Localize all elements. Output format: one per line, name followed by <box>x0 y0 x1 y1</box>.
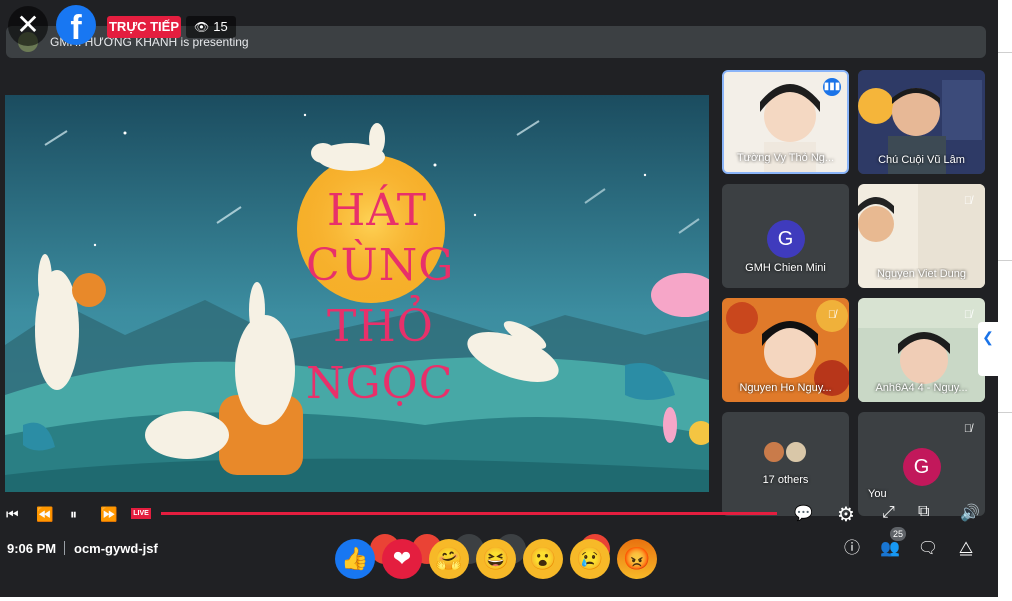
rewind-icon: ⏪ <box>36 506 54 522</box>
angry-face-icon: 😡 <box>623 546 651 571</box>
volume-button[interactable]: 🔊 <box>960 503 980 523</box>
picture-in-picture-button[interactable]: ⧉ <box>918 503 929 521</box>
thumbs-up-icon: 👍 <box>341 546 369 571</box>
meeting-details-button[interactable]: ⓘ <box>837 536 867 562</box>
wow-reaction-button[interactable]: 😮 <box>523 539 563 579</box>
slide-title-line-3: THỎ <box>327 301 434 352</box>
participant-name: Tường Vy Thỏ Ng... <box>736 152 835 164</box>
avatar <box>784 440 808 464</box>
participant-name: Nguyen Viet Dung <box>876 268 967 280</box>
participant-name: Anh6A4 4 - Nguy... <box>875 382 968 394</box>
participant-name: 17 others <box>762 474 809 486</box>
mic-off-icon: 🎙̸ <box>963 195 973 207</box>
like-reaction-button[interactable]: 👍 <box>335 539 375 579</box>
participant-tile[interactable]: G GMH Chien Mini <box>722 184 849 288</box>
side-panel-toggle[interactable]: ❮ <box>978 322 998 376</box>
fast-forward-button[interactable]: ⏩ <box>100 506 117 523</box>
volume-icon: 🔊 <box>960 505 980 522</box>
eye-icon: 👁 <box>194 20 210 34</box>
avatar: G <box>766 220 805 258</box>
sad-face-icon: 😢 <box>576 546 604 571</box>
speaking-indicator-icon: ▮▮▮ <box>823 78 841 96</box>
fullscreen-button[interactable]: ⤢ <box>882 504 895 522</box>
page-edge <box>998 0 1012 601</box>
meeting-code: ocm-gywd-jsf <box>74 541 158 556</box>
close-button[interactable]: ✕ <box>8 6 48 46</box>
pause-icon: ⏸ <box>70 506 77 522</box>
people-icon: 👥 <box>880 540 900 557</box>
slide-title-line-1: HÁT <box>327 185 428 236</box>
participant-tile-others[interactable]: 17 others <box>722 412 849 516</box>
mic-off-icon: 🎙̸ <box>827 309 837 321</box>
progress-bar[interactable] <box>161 512 777 515</box>
facebook-logo-icon: f <box>56 5 96 45</box>
live-badge: TRỰC TIẾP <box>107 16 181 38</box>
participant-name: Nguyen Ho Nguy... <box>739 382 832 394</box>
haha-reaction-button[interactable]: 😆 <box>476 539 516 579</box>
care-reaction-button[interactable]: 🤗 <box>429 539 469 579</box>
surprised-face-icon: 😮 <box>529 546 557 571</box>
participant-tile[interactable]: 🎙̸ Anh6A4 4 - Nguy... <box>858 298 985 402</box>
skip-to-start-button[interactable]: ⏮ <box>6 506 19 523</box>
settings-button[interactable]: ⚙ <box>837 502 855 527</box>
app-window: GMH. HƯƠNG KHÁNH is presenting ✕ f TRỰC … <box>0 0 998 597</box>
participant-tile[interactable]: 🎙̸ Nguyen Ho Nguy... <box>722 298 849 402</box>
participant-name: You <box>868 488 887 500</box>
participant-name: GMH Chien Mini <box>745 262 826 274</box>
slide-background <box>5 113 709 492</box>
meeting-time: 9:06 PM <box>7 541 57 556</box>
laughing-face-icon: 😆 <box>482 546 510 571</box>
care-face-icon: 🤗 <box>435 546 463 571</box>
participant-tile[interactable]: ▮▮▮ Tường Vy Thỏ Ng... <box>722 70 849 174</box>
speech-bubble-icon: 💬 <box>794 505 813 522</box>
mic-off-icon: 🎙̸ <box>963 309 973 321</box>
shapes-icon: ⧋ <box>958 540 974 557</box>
participant-tile-self[interactable]: 🎙̸ G You <box>858 412 985 516</box>
presentation-slide: HÁT CÙNG THỎ NGỌC <box>5 95 709 492</box>
chat-icon: 🗨 <box>917 540 939 557</box>
activities-button[interactable]: ⧋ <box>951 536 981 562</box>
live-indicator: LIVE <box>131 508 151 519</box>
pip-icon: ⧉ <box>918 503 930 520</box>
heart-icon: ❤ <box>392 546 412 571</box>
people-count-badge: 25 <box>890 527 906 541</box>
avatar <box>762 440 786 464</box>
participant-tile[interactable]: 🎙̸ Nguyen Viet Dung <box>858 184 985 288</box>
viewer-count-value: 15 <box>213 19 228 34</box>
close-icon: ✕ <box>16 9 40 40</box>
love-reaction-button[interactable]: ❤ <box>382 539 422 579</box>
sad-reaction-button[interactable]: 😢 <box>570 539 610 579</box>
chevron-left-icon: ❮ <box>982 329 994 345</box>
mic-off-icon: 🎙̸ <box>963 423 973 435</box>
fast-forward-icon: ⏩ <box>100 506 118 522</box>
skip-back-icon: ⏮ <box>6 506 19 522</box>
avatar: G <box>902 448 941 486</box>
chat-button[interactable]: 🗨 <box>913 536 943 562</box>
slide-title-line-2: CÙNG <box>306 240 455 291</box>
pause-button[interactable]: ⏸ <box>70 506 77 523</box>
captions-button[interactable]: 💬 <box>794 504 813 522</box>
participant-tile[interactable]: Chú Cuội Vũ Lâm <box>858 70 985 174</box>
expand-icon: ⤢ <box>882 504 895 521</box>
rewind-button[interactable]: ⏪ <box>36 506 53 523</box>
slide-title-line-4: NGỌC <box>306 358 454 409</box>
angry-reaction-button[interactable]: 😡 <box>617 539 657 579</box>
viewer-count: 👁 15 <box>186 16 236 38</box>
participant-name: Chú Cuội Vũ Lâm <box>878 154 965 166</box>
divider <box>64 541 65 555</box>
gear-icon: ⚙ <box>837 504 855 526</box>
info-icon: ⓘ <box>843 540 860 557</box>
